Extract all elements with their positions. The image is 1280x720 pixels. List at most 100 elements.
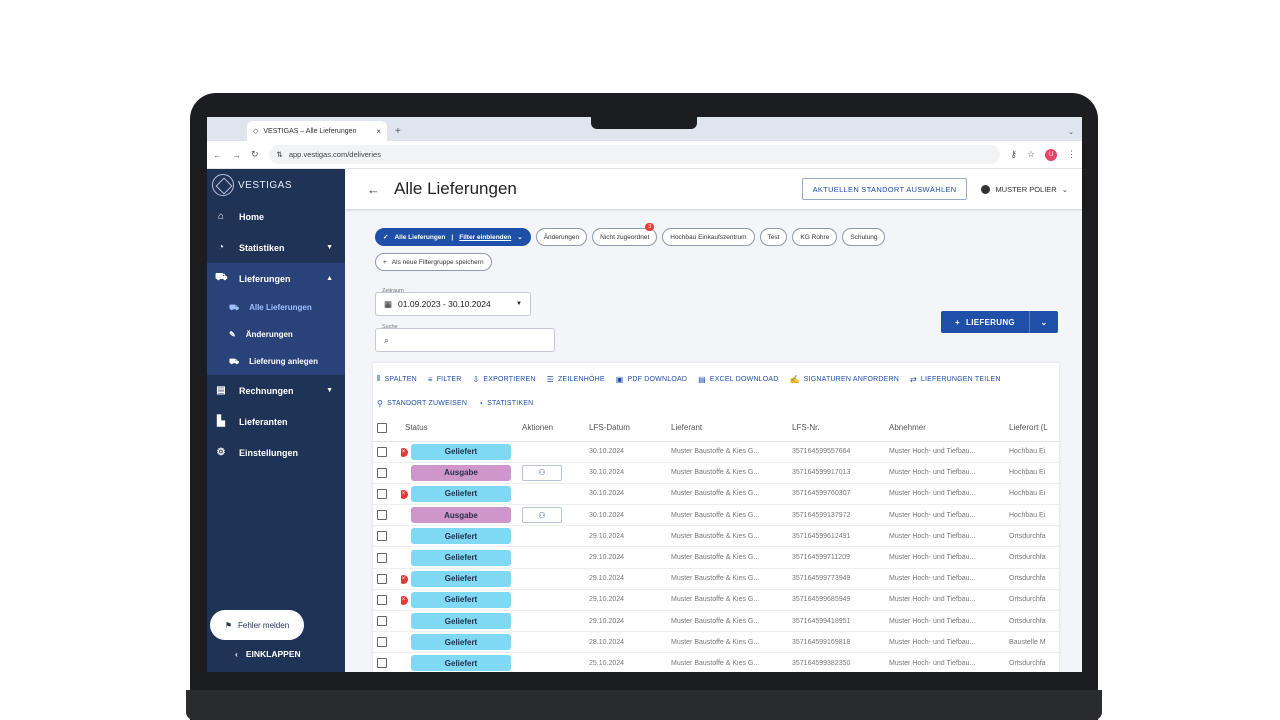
table-row[interactable]: Geliefert 28.10.2024 Muster Baustoffe & Ki… [373,631,1059,654]
back-icon[interactable]: ← [213,150,222,160]
collapse-sidebar-button[interactable]: ‹ EINKLAPPEN [235,649,301,659]
add-lieferung-main[interactable]: + LIEFERUNG [941,311,1030,333]
row-select-cell[interactable] [373,631,401,654]
table-row[interactable]: × Geliefert 30.10.2024 Muster Baustoffe & K… [373,441,1059,463]
browser-menu-icon[interactable]: ⋮ [1067,149,1076,160]
table-row[interactable]: × Geliefert 29.10.2024 Muster Baustoffe & K… [373,589,1059,612]
date-range-picker[interactable]: ▦ 01.09.2023 - 30.10.2024 ▼ [375,292,531,316]
reload-icon[interactable]: ↻ [251,149,259,160]
customer-cell: Muster Hoch- und Tiefbau... [885,568,1005,590]
sidebar-item-statistiken[interactable]: ◔ Statistiken ▼ [207,232,345,263]
sidebar-subitem-alle-lieferungen[interactable]: ⛟ Alle Lieferungen [207,294,345,321]
column-header-aktionen[interactable]: Aktionen [518,415,585,442]
new-tab-icon[interactable]: + [395,126,401,137]
tool-exportieren[interactable]: ⇩ EXPORTIEREN [473,367,536,391]
tool-spalten[interactable]: ⫴ SPALTEN [377,367,417,391]
sidebar-item-home[interactable]: ⌂ Home [207,201,345,232]
site-settings-icon[interactable]: ⇅ [277,150,283,159]
sidebar-item-lieferungen[interactable]: ⛟ Lieferungen ▲ [207,263,345,294]
filter-chip-alle-lieferungen[interactable]: ✓ Alle Lieferungen | Filter einblenden ⌄ [375,228,531,246]
column-header-status[interactable]: Status [401,415,518,442]
row-checkbox[interactable] [377,616,387,627]
table-row[interactable]: Ausgabe ⚇ 30.10.2024 Muster Baustoffe & Kie… [373,504,1059,527]
add-lieferung-button[interactable]: + LIEFERUNG ⌄ [941,311,1058,333]
filter-chip[interactable]: KG Rohre [792,228,838,246]
table-row[interactable]: Geliefert 25.10.2024 Muster Baustoffe & Ki… [373,652,1059,672]
row-select-cell[interactable] [373,441,401,463]
filter-chip[interactable]: Schulung [842,228,886,246]
tool-zeilenhoehe[interactable]: ☰ ZEILENHÖHE [547,367,605,391]
row-select-cell[interactable] [373,525,401,548]
show-filter-link[interactable]: Filter einblenden [459,234,511,241]
table-row[interactable]: Geliefert 29.10.2024 Muster Baustoffe & Ki… [373,546,1059,569]
chevron-down-icon[interactable]: ⌄ [1030,318,1058,327]
column-header-lieferort[interactable]: Lieferort (L [1005,415,1059,442]
assign-user-button[interactable]: ⚇ [522,507,562,524]
row-checkbox[interactable] [377,573,387,584]
sidebar-item-lieferanten[interactable]: ▙ Lieferanten [207,406,345,437]
forward-icon[interactable]: → [232,150,241,160]
column-header-lieferant[interactable]: Lieferant [667,415,788,442]
column-header-lfs-datum[interactable]: LFS-Datum [585,415,667,442]
row-select-cell[interactable] [373,483,401,506]
tool-filter[interactable]: ≡ FILTER [428,367,462,391]
row-select-cell[interactable] [373,546,401,569]
table-row[interactable]: Geliefert 29.10.2024 Muster Baustoffe & Ki… [373,610,1059,633]
sidebar-item-rechnungen[interactable]: ▤ Rechnungen ▼ [207,375,345,406]
select-all-checkbox[interactable] [377,422,387,433]
search-input[interactable]: ⌕ [375,328,555,352]
back-arrow-icon[interactable]: ← [367,182,380,197]
row-select-cell[interactable] [373,462,401,484]
bookmark-star-icon[interactable]: ☆ [1027,149,1035,160]
column-header-lfs-nr[interactable]: LFS-Nr. [788,415,885,442]
user-menu[interactable]: MUSTER POLIER ⌄ [981,184,1068,194]
tool-pdf-download[interactable]: ▣ PDF DOWNLOAD [616,367,687,391]
row-select-cell[interactable] [373,568,401,590]
row-checkbox[interactable] [377,637,387,648]
row-checkbox[interactable] [377,446,387,457]
tool-excel-download[interactable]: ▤ EXCEL DOWNLOAD [698,367,778,391]
sidebar-item-einstellungen[interactable]: ⚙ Einstellungen [207,437,345,468]
table-row[interactable]: × Geliefert 30.10.2024 Muster Baustoffe & K… [373,483,1059,506]
filter-chip-nicht-zugeordnet[interactable]: Nicht zugeordnet 3 [592,223,658,246]
filter-chip[interactable]: Änderungen [535,228,588,246]
row-select-cell[interactable] [373,504,401,527]
profile-avatar[interactable]: U [1045,148,1057,161]
row-checkbox[interactable] [377,488,387,499]
browser-tab[interactable]: ◇ VESTIGAS – Alle Lieferungen × [247,121,387,141]
tool-signaturen[interactable]: ✍ SIGNATUREN ANFORDERN [790,367,899,391]
tool-standort-zuweisen[interactable]: ⚲ STANDORT ZUWEISEN [377,391,467,415]
row-checkbox[interactable] [377,552,387,563]
address-bar[interactable]: ⇅ app.vestigas.com/deliveries [268,145,1001,164]
report-error-button[interactable]: ⚑ Fehler melden [210,610,304,640]
table-row[interactable]: Geliefert 29.10.2024 Muster Baustoffe & Ki… [373,525,1059,548]
tool-lieferungen-teilen[interactable]: ⇄ LIEFERUNGEN TEILEN [910,367,1001,391]
row-checkbox[interactable] [377,467,387,478]
row-checkbox[interactable] [377,594,387,605]
password-key-icon[interactable]: ⚷ [1010,149,1017,160]
tab-list-icon[interactable]: ⌄ [1068,128,1074,136]
select-all-cell[interactable] [373,415,401,442]
close-tab-icon[interactable]: × [376,127,381,136]
tool-statistiken[interactable]: ◔ STATISTIKEN [478,391,533,415]
sidebar-subitem-aenderungen[interactable]: ✎ Änderungen [207,321,345,348]
customer-cell: Muster Hoch- und Tiefbau... [885,652,1005,672]
row-checkbox[interactable] [377,531,387,542]
app-root: VESTIGAS ⌂ Home ◔ Statistiken ▼ ⛟ Liefer… [207,169,1082,672]
filter-chip[interactable]: Hochbau Einkaufszentrum [662,228,755,246]
row-checkbox[interactable] [377,658,387,669]
row-select-cell[interactable] [373,610,401,633]
row-select-cell[interactable] [373,589,401,612]
filter-chip[interactable]: Test [759,228,788,246]
table-row[interactable]: × Geliefert 29.10.2024 Muster Baustoffe & K… [373,568,1059,590]
save-filter-group-button[interactable]: + Als neue Filtergruppe speichern [375,253,492,271]
excel-icon: ▤ [698,374,706,384]
table-row[interactable]: Ausgabe ⚇ 30.10.2024 Muster Baustoffe & Kie… [373,462,1059,484]
column-header-abnehmer[interactable]: Abnehmer [885,415,1005,442]
logo[interactable]: VESTIGAS [207,169,345,201]
select-location-button[interactable]: AKTUELLEN STANDORT AUSWÄHLEN [801,178,968,200]
row-checkbox[interactable] [377,510,387,521]
sidebar-subitem-lieferung-anlegen[interactable]: ⛟ Lieferung anlegen [207,348,345,375]
assign-user-button[interactable]: ⚇ [522,464,562,481]
row-select-cell[interactable] [373,652,401,672]
